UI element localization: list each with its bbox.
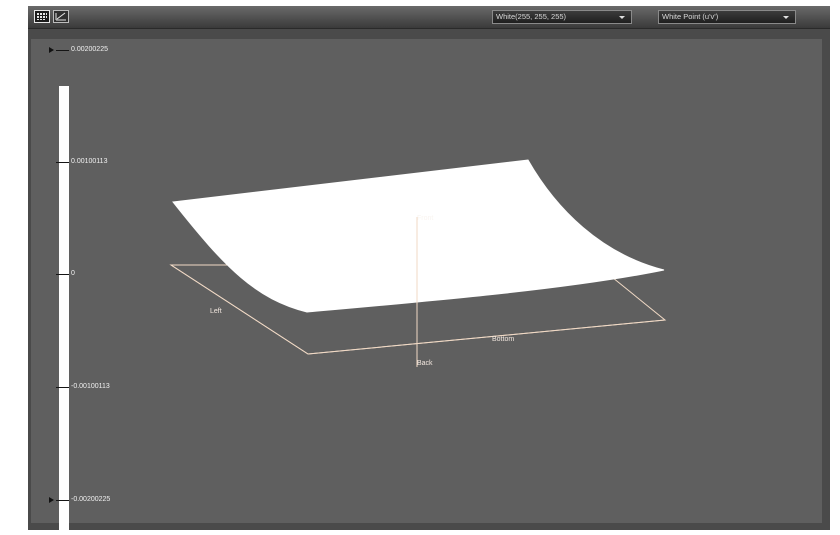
axis-label-bottom: Bottom: [492, 336, 514, 343]
grid-view-button[interactable]: [34, 10, 50, 23]
uniformity-viewer-window: White(255, 255, 255) White Point (u'v') …: [28, 6, 830, 535]
toolbar: White(255, 255, 255) White Point (u'v'): [28, 6, 830, 29]
frame-front-edge: [307, 319, 666, 355]
plot-view-button[interactable]: [53, 10, 69, 23]
grid-icon: [37, 13, 47, 20]
plot-viewport[interactable]: 0.00200225 0.00100113 0 -0.00100113 -0.0…: [31, 39, 822, 535]
color-select[interactable]: White(255, 255, 255): [492, 10, 632, 24]
surface-plot: Left Bottom Back Front: [169, 159, 667, 367]
chevron-down-icon: [783, 16, 789, 19]
response-surface: [172, 159, 665, 313]
chevron-down-icon: [619, 16, 625, 19]
color-select-value: White(255, 255, 255): [496, 12, 567, 21]
axis-label-back: Back: [417, 360, 433, 367]
axis-label-front: Front: [417, 215, 433, 222]
axis-label-left: Left: [210, 308, 222, 315]
mode-select-value: White Point (u'v'): [662, 12, 719, 21]
mode-select[interactable]: White Point (u'v'): [658, 10, 796, 24]
line-chart-icon: [55, 12, 66, 21]
